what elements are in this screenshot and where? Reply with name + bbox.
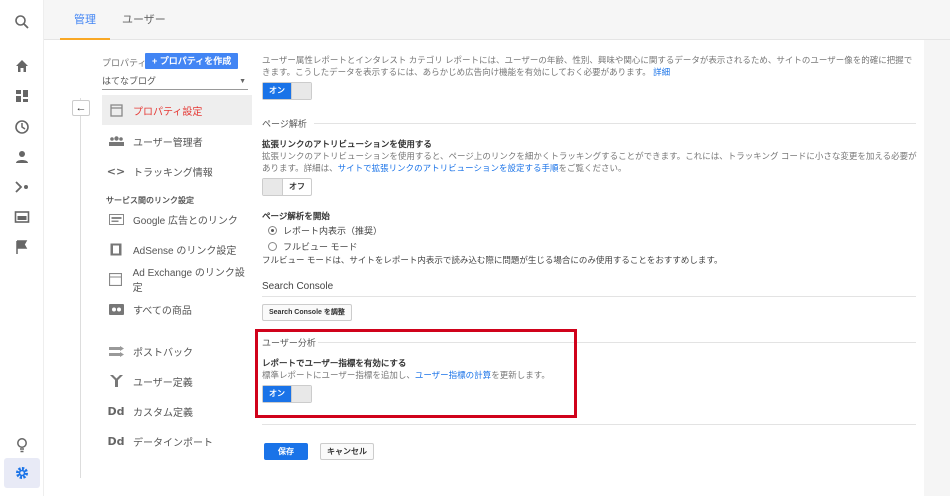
radio-label: フルビュー モード [283,242,358,252]
cancel-button[interactable]: キャンセル [320,443,374,460]
property-select[interactable]: はてなブログ ▼ [102,74,248,90]
divider [80,98,81,478]
nav-label: Google 広告とのリンク [133,215,238,227]
nav-tracking-info[interactable]: <> トラッキング情報 [102,158,252,184]
dashboard-icon[interactable] [12,86,32,106]
radio-label: レポート内表示（推奨） [283,226,383,236]
demographics-description: ユーザー属性レポートとインタレスト カテゴリ レポートには、ユーザーの年齢、性別… [262,54,917,78]
tab-admin[interactable]: 管理 [60,0,110,40]
nav-label: ユーザー定義 [133,377,193,389]
toggle-knob [291,83,311,99]
radio-button-checked [268,226,277,235]
demographics-toggle[interactable]: オン [262,82,312,100]
top-tab-bar: 管理 ユーザー [44,0,950,40]
nav-user-management[interactable]: ユーザー管理者 [102,128,252,154]
property-settings-icon [107,103,125,117]
section-label-linking: サービス間のリンク設定 [106,196,194,205]
enhanced-link-description: 拡張リンクのアトリビューションを使用すると、ページ上のリンクを細かくトラッキング… [262,150,922,174]
radio-button [268,242,277,251]
nav-adexchange-link[interactable]: Ad Exchange のリンク設定 [102,266,252,294]
users-icon [107,134,125,148]
nav-label: トラッキング情報 [133,167,213,179]
highlight-box [255,329,577,418]
home-icon[interactable] [12,56,32,76]
section-divider [314,123,916,124]
back-arrow-icon: ← [75,102,87,114]
ads-icon [107,212,125,226]
caret-down-icon: ▼ [239,78,246,85]
nav-label: すべての商品 [133,305,192,317]
enhanced-link-toggle[interactable]: オフ [262,178,312,196]
nav-label: ユーザー管理者 [133,137,203,149]
flag-icon[interactable] [12,237,32,257]
nav-custom-definitions[interactable]: Dd カスタム定義 [102,398,252,424]
enhanced-link-title: 拡張リンクのアトリビューションを使用する [262,139,432,149]
back-arrow-button[interactable]: ← [72,100,90,116]
adexchange-icon [107,272,125,286]
adsense-icon [107,242,125,256]
search-icon[interactable] [12,12,32,32]
full-view-note: フルビュー モードは、サイトをレポート内表示で読み込む際に問題が生じる場合にのみ… [262,255,723,265]
property-label: プロパティ [102,58,147,68]
products-icon [107,302,125,316]
page-analytics-start-title: ページ解析を開始 [262,211,330,221]
nav-label: プロパティ設定 [133,106,203,118]
nav-user-definition[interactable]: ユーザー定義 [102,368,252,394]
toggle-knob [263,179,283,195]
dd-icon: Dd [107,434,125,448]
dd-icon: Dd [107,404,125,418]
acquisition-icon[interactable] [12,177,32,197]
person-icon[interactable] [12,147,32,167]
lightbulb-icon[interactable] [12,435,32,455]
admin-settings-button[interactable] [4,458,40,488]
property-column: プロパティ + プロパティを作成 はてなブログ ▼ ← プロパティ設定 ユーザー… [44,40,252,496]
code-icon: <> [106,164,126,178]
create-property-button[interactable]: + プロパティを作成 [145,53,239,69]
nav-label: カスタム定義 [133,407,193,419]
nav-postback[interactable]: ポストバック [102,338,252,364]
tab-user[interactable]: ユーザー [108,0,180,40]
gear-icon [14,465,30,481]
behavior-icon[interactable] [12,207,32,227]
section-divider [262,296,916,297]
left-nav-rail [0,0,44,496]
nav-label: ポストバック [133,347,193,359]
radio-full-view[interactable]: フルビュー モード [268,240,358,253]
page-analytics-heading: ページ解析 [262,119,307,129]
nav-google-ads-link[interactable]: Google 広告とのリンク [102,206,252,232]
demographics-text: ユーザー属性レポートとインタレスト カテゴリ レポートには、ユーザーの年齢、性別… [262,55,913,77]
filter-icon [107,374,125,388]
nav-data-import[interactable]: Dd データインポート [102,428,252,454]
section-divider [262,424,916,425]
nav-label: Ad Exchange のリンク設定 [132,268,245,294]
enhanced-link-setup-link[interactable]: サイトで拡張リンクのアトリビューションを設定する手順 [338,163,559,173]
postback-icon [107,344,125,358]
toggle-on-label: オン [263,83,291,99]
toggle-off-label: オフ [289,182,305,191]
save-button[interactable]: 保存 [264,443,308,460]
nav-label: データインポート [133,437,213,449]
nav-property-settings[interactable]: プロパティ設定 [102,95,252,125]
search-console-heading: Search Console [262,281,334,292]
search-console-adjust-button[interactable]: Search Console を調整 [262,304,352,321]
nav-adsense-link[interactable]: AdSense のリンク設定 [102,236,252,262]
enhanced-link-suffix: をご覧ください。 [558,163,627,173]
demographics-learn-more-link[interactable]: 詳細 [653,67,670,77]
clock-icon[interactable] [12,117,32,137]
nav-label: AdSense のリンク設定 [133,245,237,257]
property-select-value: はてなブログ [102,76,157,86]
radio-report-view[interactable]: レポート内表示（推奨） [268,224,382,237]
right-gutter [924,40,950,496]
nav-all-products[interactable]: すべての商品 [102,296,252,322]
property-settings-panel: ユーザー属性レポートとインタレスト カテゴリ レポートには、ユーザーの年齢、性別… [262,40,922,496]
